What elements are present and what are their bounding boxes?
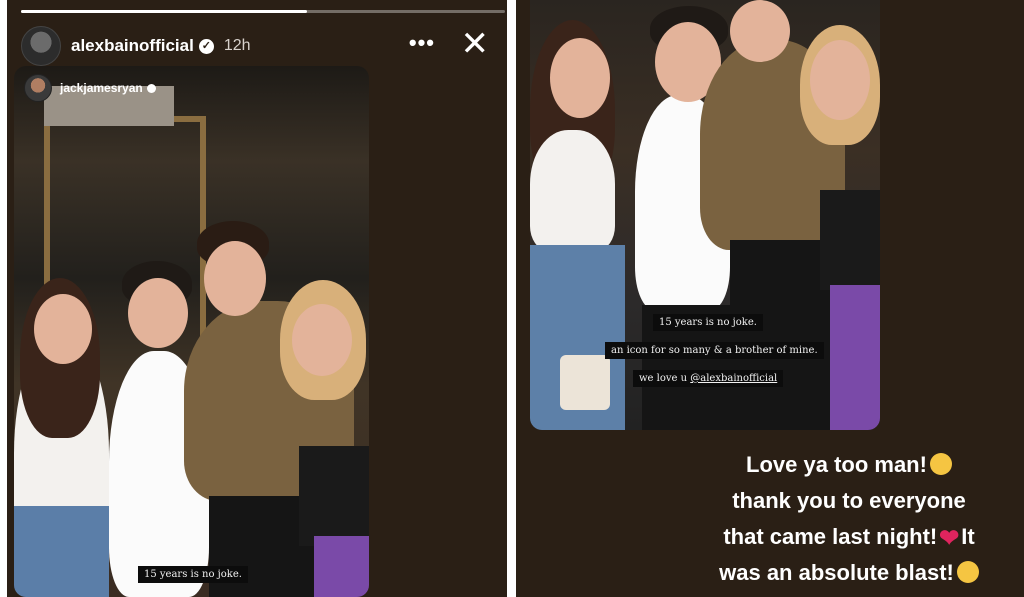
caption-line-3: we love u @alexbainofficial [633,370,784,387]
smiling-face-emoji [956,561,979,583]
caption-line-2: an icon for so many & a brother of mine. [605,342,824,359]
story-reply-text: Love ya too man! thank you to everyone t… [676,447,1022,591]
caption-text: we love u [639,373,688,384]
person-4-skirt [830,285,880,430]
avatar[interactable] [21,26,61,66]
story-username[interactable]: alexbainofficial [71,36,194,56]
close-icon[interactable]: ✕ [461,26,490,62]
pleading-face-emoji [929,453,952,475]
person-2-face [128,278,188,348]
reply-line-3: that came last night!❤It [723,524,975,552]
reply-line-4: was an absolute blast! [676,555,1022,591]
repost-avatar[interactable] [24,74,52,102]
reply-line-2: thank you to everyone [732,488,966,513]
person-3-face [730,0,790,62]
reposted-story-photo: jackjamesryan 15 years is no joke. [14,66,369,597]
photo-caption: 15 years is no joke. [138,566,248,583]
reposted-from[interactable]: jackjamesryan [24,74,156,102]
person-4-top [820,190,880,290]
red-heart-emoji: ❤ [939,525,960,552]
person-1-jeans [14,506,109,597]
shared-story-photo: 15 years is no joke. an icon for so many… [530,0,880,430]
caption-line-1: 15 years is no joke. [653,314,763,331]
reply-line-1: Love ya too man! [676,447,1022,483]
handbag [560,355,610,410]
person-1-face [550,38,610,118]
more-options-icon[interactable]: ••• [409,30,435,56]
person-4-top [299,446,369,546]
story-panel-right: 15 years is no joke. an icon for so many… [516,0,1024,597]
person-4-skirt [314,536,369,597]
verified-badge-icon [146,83,156,93]
story-progress-fill [21,10,307,13]
story-panel-left: alexbainofficial ✓ 12h ••• ✕ jackjamesry… [7,0,507,597]
story-header: alexbainofficial ✓ 12h ••• ✕ [21,26,497,66]
person-1-face [34,294,92,364]
story-timestamp: 12h [223,37,251,54]
person-1 [530,130,615,250]
mention-link[interactable]: @alexbainofficial [690,373,777,384]
person-4-face [810,40,870,120]
verified-badge-icon: ✓ [198,38,214,54]
repost-username[interactable]: jackjamesryan [60,81,143,95]
person-3-face [204,241,266,316]
person-4-face [292,304,352,376]
story-progress-bar [21,10,505,13]
